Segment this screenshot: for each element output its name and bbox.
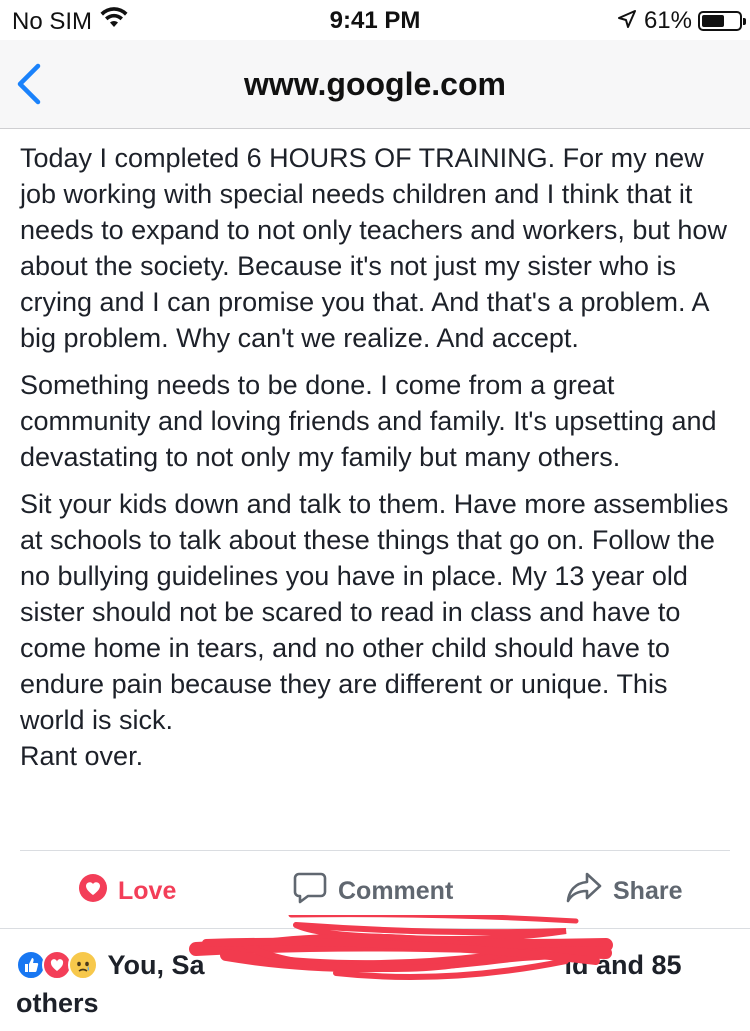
- post-body: Today I completed 6 HOURS OF TRAINING. F…: [20, 140, 735, 785]
- love-label: Love: [118, 876, 177, 905]
- reactions-text-start: You, Sa: [107, 949, 205, 980]
- share-button[interactable]: Share: [565, 860, 682, 922]
- comment-button[interactable]: Comment: [292, 860, 453, 922]
- comment-icon: [292, 871, 328, 912]
- battery-percent: 61%: [643, 7, 692, 34]
- reaction-icons: [16, 949, 98, 980]
- post-closing-line: Rant over.: [20, 741, 144, 771]
- page-title: www.google.com: [244, 66, 506, 102]
- action-bar: Love Comment Share: [0, 860, 750, 922]
- battery-tip: [743, 18, 746, 25]
- love-button[interactable]: Love: [78, 860, 176, 922]
- share-label: Share: [613, 876, 683, 905]
- post-paragraph-3: Sit your kids down and talk to them. Hav…: [20, 489, 729, 735]
- sad-icon: [68, 949, 98, 980]
- share-icon: [565, 871, 603, 912]
- battery-icon: [698, 11, 746, 31]
- nav-bar: www.google.com: [0, 40, 750, 129]
- comment-label: Comment: [338, 876, 454, 905]
- battery-fill: [702, 15, 724, 27]
- divider: [0, 928, 750, 929]
- post-paragraph-2: Something needs to be done. I come from …: [20, 370, 717, 472]
- reactions-summary[interactable]: You, Sa ld and 85 others: [16, 915, 716, 1021]
- status-bar: No SIM 9:41 PM 61%: [0, 0, 750, 40]
- divider: [20, 850, 730, 851]
- location-arrow-icon: [617, 7, 636, 35]
- status-right: 61%: [617, 7, 746, 35]
- post-paragraph-1: Today I completed 6 HOURS OF TRAINING. F…: [20, 143, 727, 353]
- love-icon: [78, 873, 108, 910]
